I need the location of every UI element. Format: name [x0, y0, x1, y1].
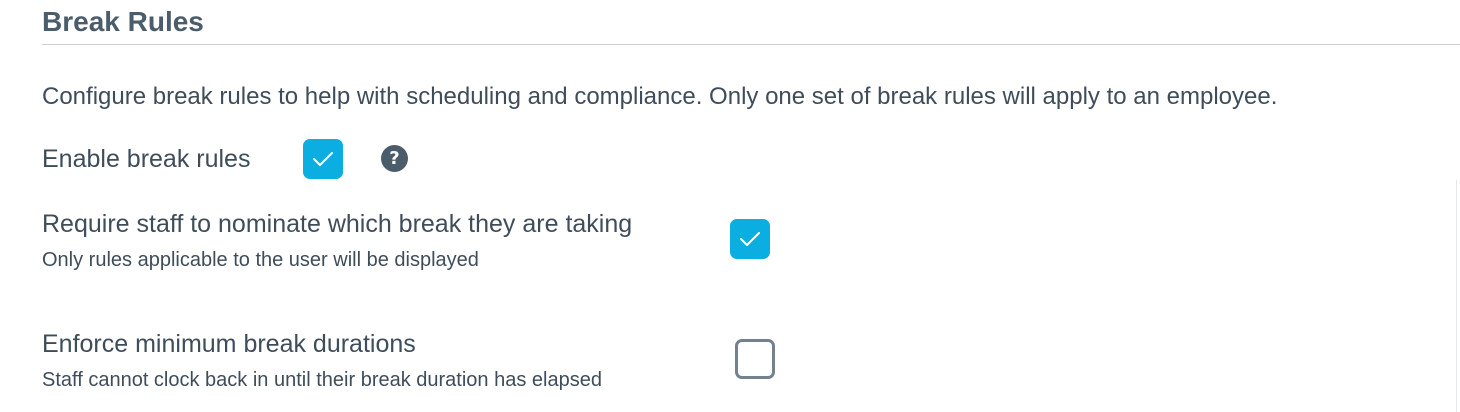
title-divider	[42, 44, 1460, 45]
section-title: Break Rules	[42, 6, 204, 37]
checkmark-icon	[313, 152, 333, 166]
enforce-min-duration-checkbox[interactable]	[735, 339, 775, 379]
break-rules-page: Break Rules Configure break rules to hel…	[0, 0, 1460, 412]
enforce-min-duration-label: Enforce minimum break durations	[42, 330, 416, 358]
checkmark-icon	[740, 232, 760, 246]
enable-break-rules-checkbox[interactable]	[303, 139, 343, 179]
enforce-min-duration-sublabel: Staff cannot clock back in until their b…	[42, 369, 602, 391]
enable-break-rules-label: Enable break rules	[42, 145, 251, 173]
help-icon[interactable]: ?	[381, 145, 408, 172]
nominate-break-checkbox[interactable]	[730, 219, 770, 259]
nominate-break-label: Require staff to nominate which break th…	[42, 210, 633, 238]
section-description: Configure break rules to help with sched…	[42, 83, 1278, 110]
nominate-break-sublabel: Only rules applicable to the user will b…	[42, 249, 479, 271]
right-edge-divider	[1456, 180, 1457, 412]
